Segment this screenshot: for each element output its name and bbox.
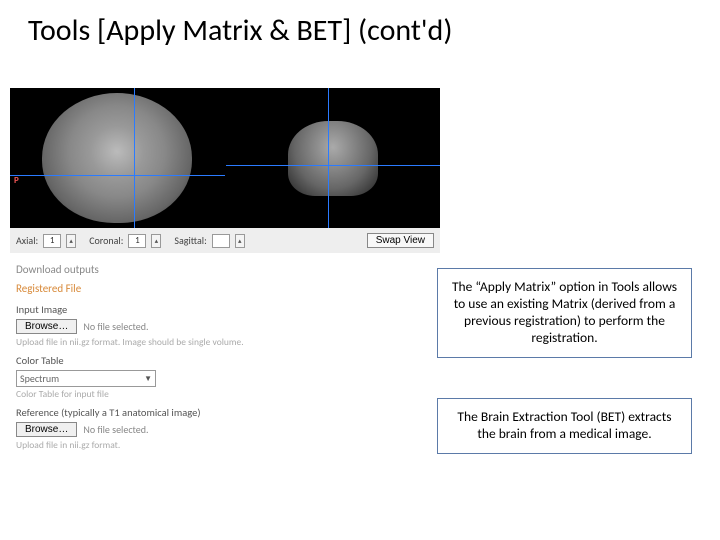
axial-stepper[interactable]: ▴ [66, 234, 76, 248]
axial-crosshair-v [134, 88, 135, 228]
axial-input[interactable]: 1 [43, 234, 61, 248]
sagittal-stepper[interactable]: ▴ [235, 234, 245, 248]
reference-file-row: Browse… No file selected. [16, 422, 434, 437]
reference-file-status: No file selected. [83, 423, 148, 436]
coronal-label: Coronal: [89, 234, 123, 247]
axial-brain-image [42, 93, 192, 223]
reference-label: Reference (typically a T1 anatomical ima… [16, 406, 434, 419]
coronal-stepper[interactable]: ▴ [151, 234, 161, 248]
bet-callout: The Brain Extraction Tool (BET) extracts… [437, 398, 692, 454]
posterior-marker: P [14, 175, 19, 186]
swap-view-button[interactable]: Swap View [367, 233, 434, 248]
colortable-hint: Color Table for input file [16, 388, 434, 400]
input-file-status: No file selected. [83, 320, 148, 333]
registered-file-link[interactable]: Registered File [16, 282, 434, 295]
colortable-select[interactable]: Spectrum ▼ [16, 370, 156, 387]
reference-hint: Upload file in nii.gz format. [16, 439, 434, 451]
sagittal-input[interactable] [212, 234, 230, 248]
colortable-label: Color Table [16, 354, 434, 367]
axial-pane[interactable]: P [10, 88, 226, 228]
app-panel: P Axial: 1 ▴ Coronal: 1 ▴ Sagittal: ▴ Sw… [10, 88, 440, 451]
download-section: Download outputs Registered File Input I… [10, 253, 440, 451]
colortable-value: Spectrum [20, 372, 59, 385]
coronal-brain-image [288, 121, 378, 196]
slide-title: Tools [Apply Matrix & BET] (cont'd) [0, 0, 720, 57]
coronal-pane[interactable] [226, 88, 441, 228]
input-image-label: Input Image [16, 303, 434, 316]
input-browse-button[interactable]: Browse… [16, 319, 77, 334]
axial-label: Axial: [16, 234, 38, 247]
sagittal-label: Sagittal: [174, 234, 206, 247]
input-hint: Upload file in nii.gz format. Image shou… [16, 336, 434, 348]
input-file-row: Browse… No file selected. [16, 319, 434, 334]
coronal-crosshair-h [226, 165, 441, 166]
chevron-down-icon: ▼ [144, 374, 152, 384]
slice-controls: Axial: 1 ▴ Coronal: 1 ▴ Sagittal: ▴ Swap… [10, 228, 440, 253]
coronal-input[interactable]: 1 [128, 234, 146, 248]
axial-crosshair-h [10, 175, 225, 176]
reference-browse-button[interactable]: Browse… [16, 422, 77, 437]
image-viewer: P [10, 88, 440, 228]
download-title: Download outputs [16, 263, 434, 276]
coronal-crosshair-v [328, 88, 329, 228]
apply-matrix-callout: The “Apply Matrix” option in Tools allow… [437, 268, 692, 358]
